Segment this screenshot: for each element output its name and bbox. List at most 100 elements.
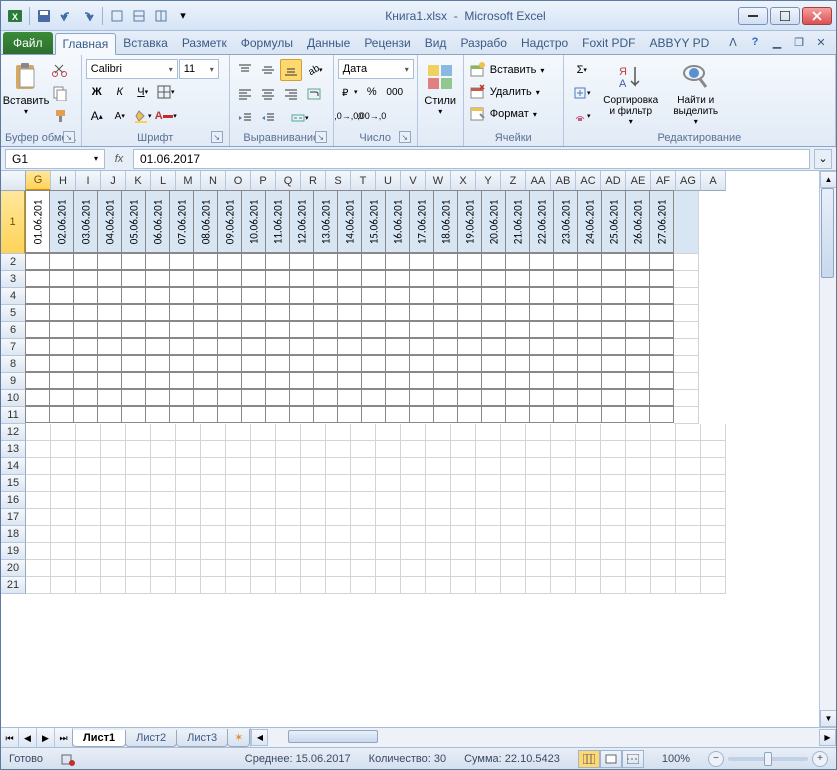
cell[interactable] [457, 372, 482, 389]
cell[interactable] [385, 355, 410, 372]
row-header[interactable]: 4 [1, 288, 26, 305]
cell[interactable] [97, 355, 122, 372]
cell[interactable] [625, 287, 650, 304]
cell[interactable] [401, 526, 426, 543]
cell[interactable] [289, 355, 314, 372]
cell[interactable] [553, 372, 578, 389]
cell[interactable] [625, 270, 650, 287]
new-sheet-button[interactable]: ✶ [227, 729, 250, 747]
cell[interactable] [409, 253, 434, 270]
cell[interactable] [265, 389, 290, 406]
decrease-decimal-icon[interactable]: ,00→,0 [361, 105, 383, 127]
cell[interactable] [145, 389, 170, 406]
minimize-button[interactable] [738, 7, 768, 25]
cell[interactable] [169, 389, 194, 406]
cell[interactable] [451, 492, 476, 509]
row-header[interactable]: 15 [1, 475, 26, 492]
cell[interactable] [674, 373, 699, 390]
cell[interactable] [401, 509, 426, 526]
cell[interactable] [426, 475, 451, 492]
cell[interactable] [625, 304, 650, 321]
cell[interactable] [241, 321, 266, 338]
cell[interactable] [626, 509, 651, 526]
cell[interactable] [676, 543, 701, 560]
cell[interactable] [25, 270, 50, 287]
cell[interactable] [577, 287, 602, 304]
cell[interactable] [481, 287, 506, 304]
cell[interactable] [626, 560, 651, 577]
cell[interactable] [529, 321, 554, 338]
tab-abbyy[interactable]: ABBYY PD [643, 32, 717, 54]
cell[interactable] [101, 543, 126, 560]
cell[interactable] [73, 287, 98, 304]
cell[interactable] [501, 577, 526, 594]
cell[interactable] [51, 509, 76, 526]
cell[interactable] [193, 321, 218, 338]
align-bottom-icon[interactable] [280, 59, 302, 81]
cell[interactable] [529, 270, 554, 287]
cell[interactable] [326, 509, 351, 526]
align-left-icon[interactable] [234, 83, 256, 105]
cell[interactable] [121, 355, 146, 372]
cell[interactable] [193, 389, 218, 406]
cell[interactable] [126, 526, 151, 543]
row-header[interactable]: 18 [1, 526, 26, 543]
cell[interactable] [701, 441, 726, 458]
cell[interactable] [337, 253, 362, 270]
insert-cells-button[interactable]: Вставить ▾ [468, 59, 547, 81]
cell[interactable] [193, 304, 218, 321]
scroll-up-icon[interactable]: ▲ [820, 171, 836, 188]
cell[interactable] [121, 270, 146, 287]
cell[interactable] [217, 406, 242, 423]
cell[interactable] [676, 424, 701, 441]
cell[interactable] [481, 304, 506, 321]
underline-button[interactable]: Ч▾ [132, 81, 154, 103]
qat-dropdown-icon[interactable]: ▾ [173, 6, 193, 26]
row-header[interactable]: 19 [1, 543, 26, 560]
cell[interactable] [201, 577, 226, 594]
cell[interactable] [409, 372, 434, 389]
cell[interactable] [601, 389, 626, 406]
tab-layout[interactable]: Разметк [175, 32, 234, 54]
cell[interactable] [649, 372, 674, 389]
dialog-launcher-icon[interactable]: ↘ [315, 131, 327, 143]
help-icon[interactable]: ? [746, 33, 764, 51]
fill-icon[interactable]: ▾ [568, 82, 596, 104]
row-header[interactable]: 11 [1, 407, 26, 424]
row-header[interactable]: 1 [1, 191, 26, 254]
cell[interactable] [385, 372, 410, 389]
cell[interactable] [481, 321, 506, 338]
cell[interactable] [577, 304, 602, 321]
cell[interactable] [385, 253, 410, 270]
cell[interactable]: 19.06.201 [457, 190, 482, 253]
cell[interactable] [505, 304, 530, 321]
find-select-button[interactable]: Найти и выделить▾ [666, 59, 726, 128]
cell[interactable] [169, 304, 194, 321]
expand-formula-bar-icon[interactable]: ⌄ [814, 149, 832, 169]
cell[interactable] [169, 338, 194, 355]
cell[interactable] [625, 321, 650, 338]
cell[interactable] [251, 543, 276, 560]
cell[interactable] [409, 287, 434, 304]
cell[interactable] [26, 543, 51, 560]
cell[interactable] [289, 321, 314, 338]
cell[interactable]: 25.06.201 [601, 190, 626, 253]
cell[interactable] [169, 355, 194, 372]
dialog-launcher-icon[interactable]: ↘ [399, 131, 411, 143]
cell[interactable]: 16.06.201 [385, 190, 410, 253]
column-header[interactable]: AG [676, 171, 701, 191]
align-center-icon[interactable] [257, 83, 279, 105]
cell[interactable] [289, 389, 314, 406]
row-header[interactable]: 13 [1, 441, 26, 458]
cell[interactable] [529, 338, 554, 355]
cell[interactable] [51, 458, 76, 475]
cell[interactable] [351, 424, 376, 441]
cell[interactable] [426, 509, 451, 526]
cell[interactable] [126, 424, 151, 441]
cell[interactable] [551, 424, 576, 441]
cell[interactable] [201, 526, 226, 543]
cell[interactable] [649, 355, 674, 372]
cell[interactable] [476, 526, 501, 543]
cell[interactable] [241, 270, 266, 287]
tab-data[interactable]: Данные [300, 32, 357, 54]
